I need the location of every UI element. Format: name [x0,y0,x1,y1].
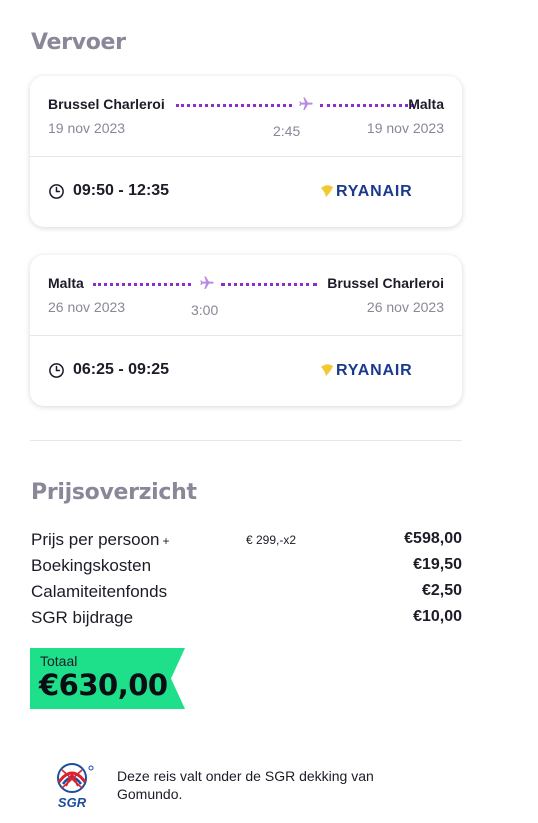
plane-icon [199,275,215,291]
card-divider [30,156,462,157]
route-line [320,104,414,107]
price-note: € 299,-x2 [246,533,297,547]
ryanair-logo: RYANAIR [320,361,444,381]
price-row-booking-costs: Boekingskosten €19,50 [31,556,462,580]
clock-icon [48,362,65,379]
ryanair-harp-icon [321,364,333,376]
departure-date: 19 nov 2023 [48,120,126,136]
airline-name: RYANAIR [336,362,413,379]
flight-card-return[interactable]: Malta Brussel Charleroi 26 nov 2023 3:00… [30,255,462,406]
price-value: €2,50 [421,582,462,599]
sgr-logo-text: SGR [58,795,87,810]
flight-duration: 2:45 [273,123,301,139]
price-label: Prijs per persoon [31,530,160,549]
price-row-calamity-fund: Calamiteitenfonds €2,50 [31,582,462,606]
vervoer-heading: Vervoer [31,30,126,55]
sgr-coverage-text: Deze reis valt onder de SGR dekking van … [117,768,374,802]
flight-times: 09:50 - 12:35 [73,182,170,199]
price-value: €10,00 [413,608,462,625]
route-line [93,283,191,286]
price-label: SGR bijdrage [31,608,134,627]
sgr-logo: SGR [47,762,97,810]
total-label: Totaal [40,653,78,669]
arrival-date: 19 nov 2023 [366,120,444,136]
arrival-date: 26 nov 2023 [366,299,444,315]
route-row: Brussel Charleroi Malta [48,96,444,116]
arrival-city: Malta [408,96,444,112]
section-divider [30,440,462,441]
route-line [221,283,317,286]
ryanair-logo: RYANAIR [320,182,444,202]
flight-times: 06:25 - 09:25 [73,361,170,378]
route-row: Malta Brussel Charleroi [48,275,444,295]
price-row-per-person[interactable]: Prijs per persoon + € 299,-x2 €598,00 [31,530,462,554]
departure-city: Brussel Charleroi [48,96,165,112]
plane-icon [298,96,314,112]
price-label: Calamiteitenfonds [31,582,168,601]
price-value: €598,00 [404,530,462,547]
price-value: €19,50 [413,556,462,573]
airline-name: RYANAIR [336,183,413,200]
departure-city: Malta [48,275,84,291]
card-divider [30,335,462,336]
total-badge: Totaal €630,00 [30,648,185,709]
flight-duration: 3:00 [191,302,219,318]
route-line [176,104,292,107]
price-label: Boekingskosten [31,556,152,575]
arrival-city: Brussel Charleroi [327,275,444,291]
prijsoverzicht-heading: Prijsoverzicht [31,480,197,505]
ryanair-harp-icon [321,185,333,197]
total-value: €630,00 [39,668,168,702]
price-row-sgr: SGR bijdrage €10,00 [31,608,462,632]
departure-date: 26 nov 2023 [48,299,126,315]
flight-card-outbound[interactable]: Brussel Charleroi Malta 19 nov 2023 2:45… [30,76,462,227]
expand-plus-icon[interactable]: + [163,534,170,548]
clock-icon [48,183,65,200]
